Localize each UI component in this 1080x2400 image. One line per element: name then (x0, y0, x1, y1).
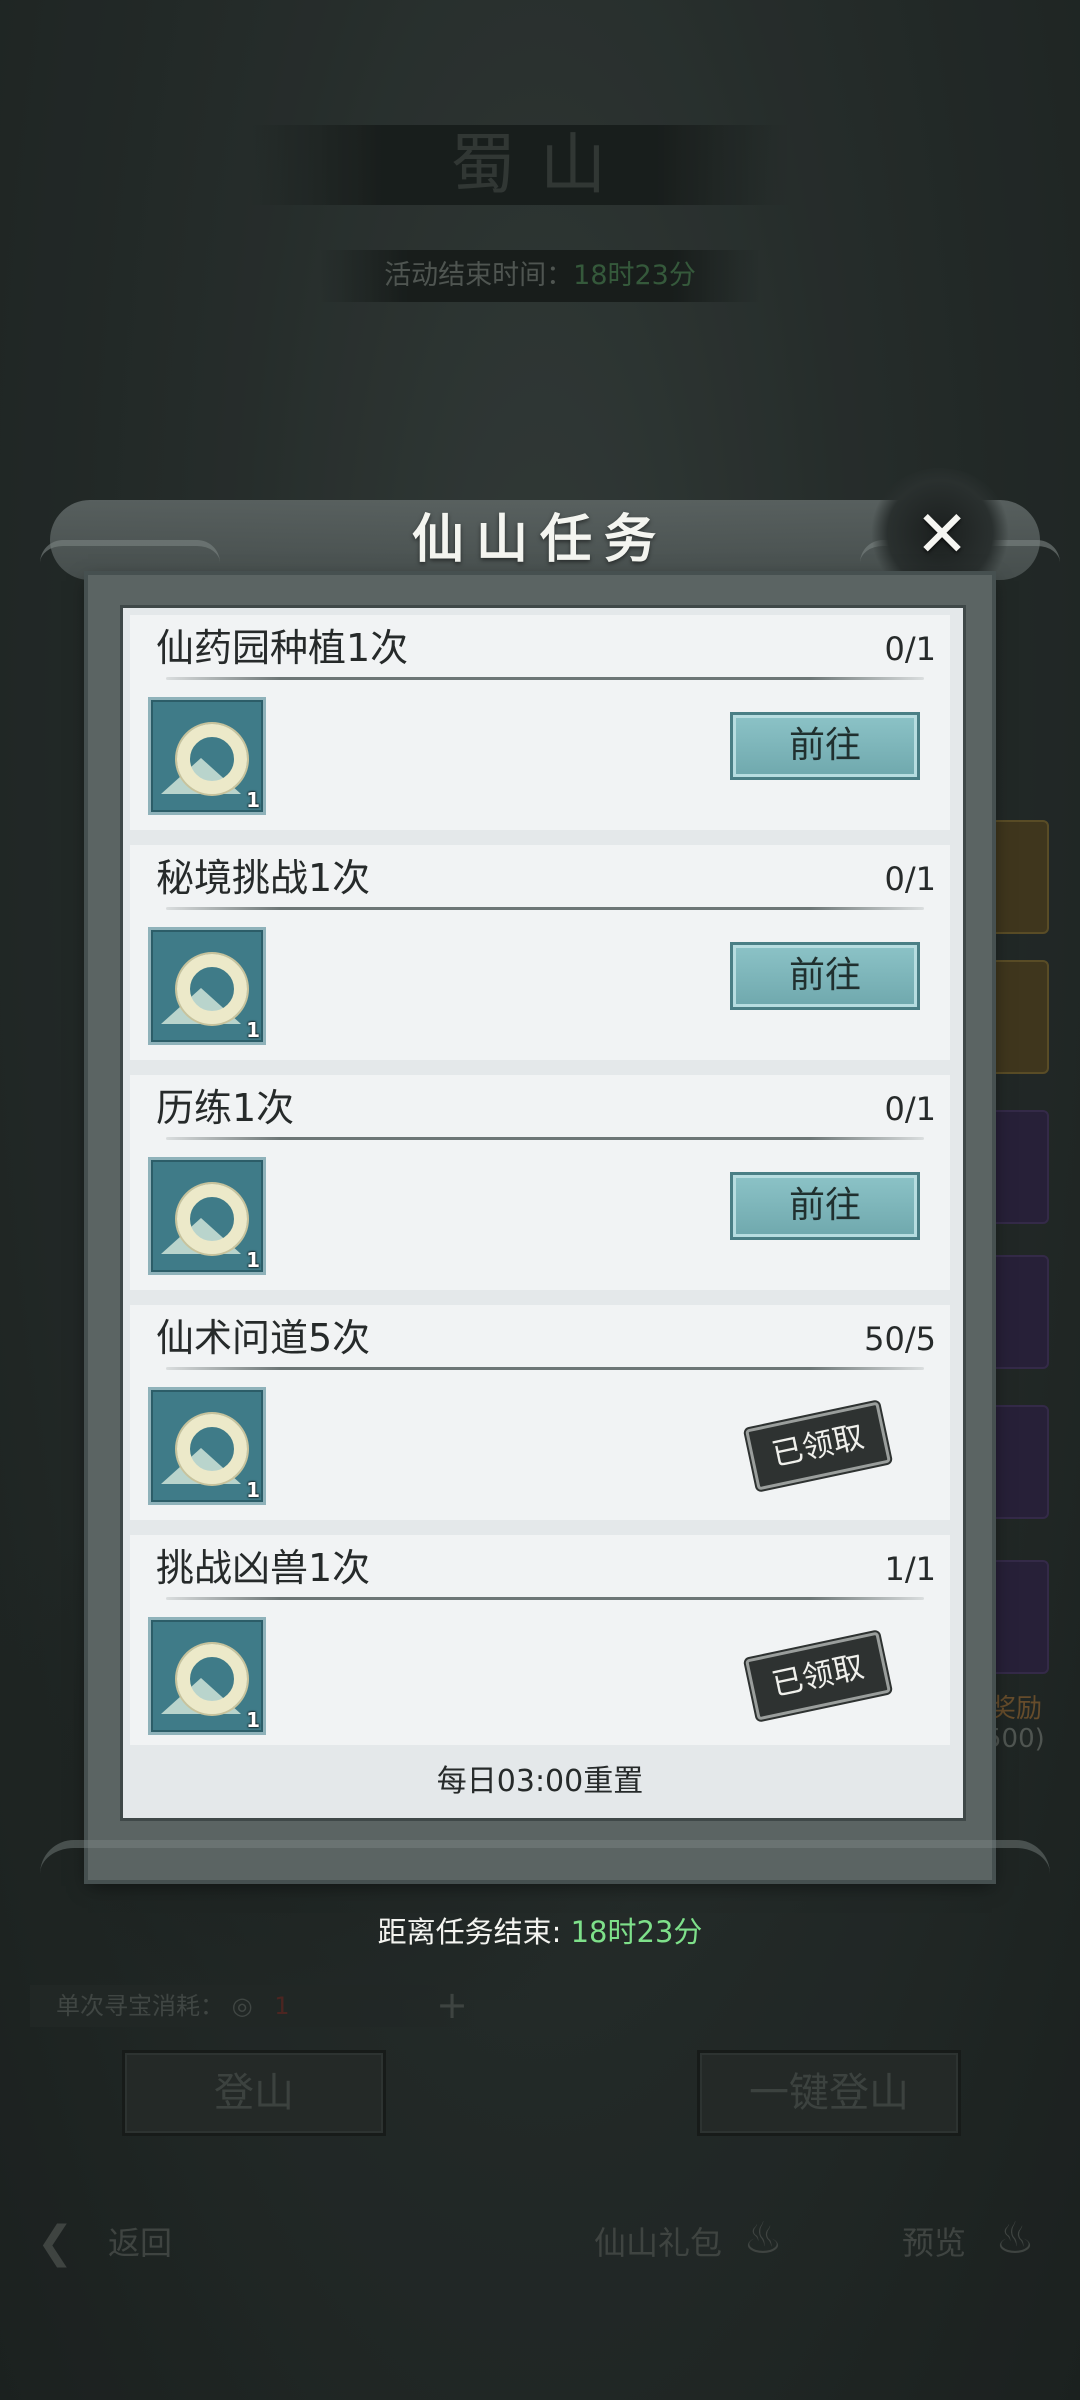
jade-ring-icon[interactable]: 1 (148, 1157, 266, 1275)
reward-count: 1 (246, 1478, 260, 1502)
divider (166, 907, 924, 910)
task-title: 历练1次 (156, 1086, 295, 1130)
task-item: 仙术问道5次 50/5 1 已领取 (130, 1305, 950, 1520)
ring-shape (177, 1644, 247, 1714)
jade-ring-icon[interactable]: 1 (148, 1387, 266, 1505)
go-button[interactable]: 前往 (730, 1172, 920, 1240)
task-progress: 0/1 (884, 630, 937, 668)
go-button[interactable]: 前往 (730, 942, 920, 1010)
ring-shape (177, 1414, 247, 1484)
reward-count: 1 (246, 1018, 260, 1042)
divider (166, 677, 924, 680)
task-progress: 0/1 (884, 1090, 937, 1128)
ring-shape (177, 954, 247, 1024)
reward-count: 1 (246, 1248, 260, 1272)
task-item: 仙药园种植1次 0/1 1 前往 (130, 615, 950, 830)
task-progress: 1/1 (884, 1550, 937, 1588)
jade-ring-icon[interactable]: 1 (148, 1617, 266, 1735)
jade-ring-icon[interactable]: 1 (148, 927, 266, 1045)
task-item: 历练1次 0/1 1 前往 (130, 1075, 950, 1290)
divider (166, 1597, 924, 1600)
go-button[interactable]: 前往 (730, 712, 920, 780)
ring-shape (177, 724, 247, 794)
task-progress: 50/5 (864, 1320, 936, 1358)
claimed-stamp: 已领取 (745, 1631, 891, 1721)
jade-ring-icon[interactable]: 1 (148, 697, 266, 815)
task-title: 仙药园种植1次 (156, 626, 409, 670)
ring-shape (177, 1184, 247, 1254)
cloud-ornament (40, 1840, 1050, 1908)
close-icon[interactable]: ✕ (902, 495, 982, 575)
task-title: 仙术问道5次 (156, 1316, 371, 1360)
task-item: 秘境挑战1次 0/1 1 前往 (130, 845, 950, 1060)
reward-count: 1 (246, 1708, 260, 1732)
task-end-value: 18时23分 (570, 1915, 703, 1949)
task-end-timer: 距离任务结束: 18时23分 (0, 1910, 1080, 1954)
reset-note: 每日03:00重置 (436, 1764, 644, 1799)
task-item: 挑战凶兽1次 1/1 1 已领取 (130, 1535, 950, 1745)
task-end-label: 距离任务结束: (377, 1915, 562, 1949)
reward-count: 1 (246, 788, 260, 812)
divider (166, 1137, 924, 1140)
claimed-stamp: 已领取 (745, 1401, 891, 1491)
task-title: 秘境挑战1次 (156, 856, 371, 900)
task-progress: 0/1 (884, 860, 937, 898)
divider (166, 1367, 924, 1370)
task-list[interactable]: 仙药园种植1次 0/1 1 前往 秘境挑战1次 0/1 1 前往 历练1次 0/… (130, 615, 950, 1745)
task-title: 挑战凶兽1次 (156, 1546, 371, 1590)
